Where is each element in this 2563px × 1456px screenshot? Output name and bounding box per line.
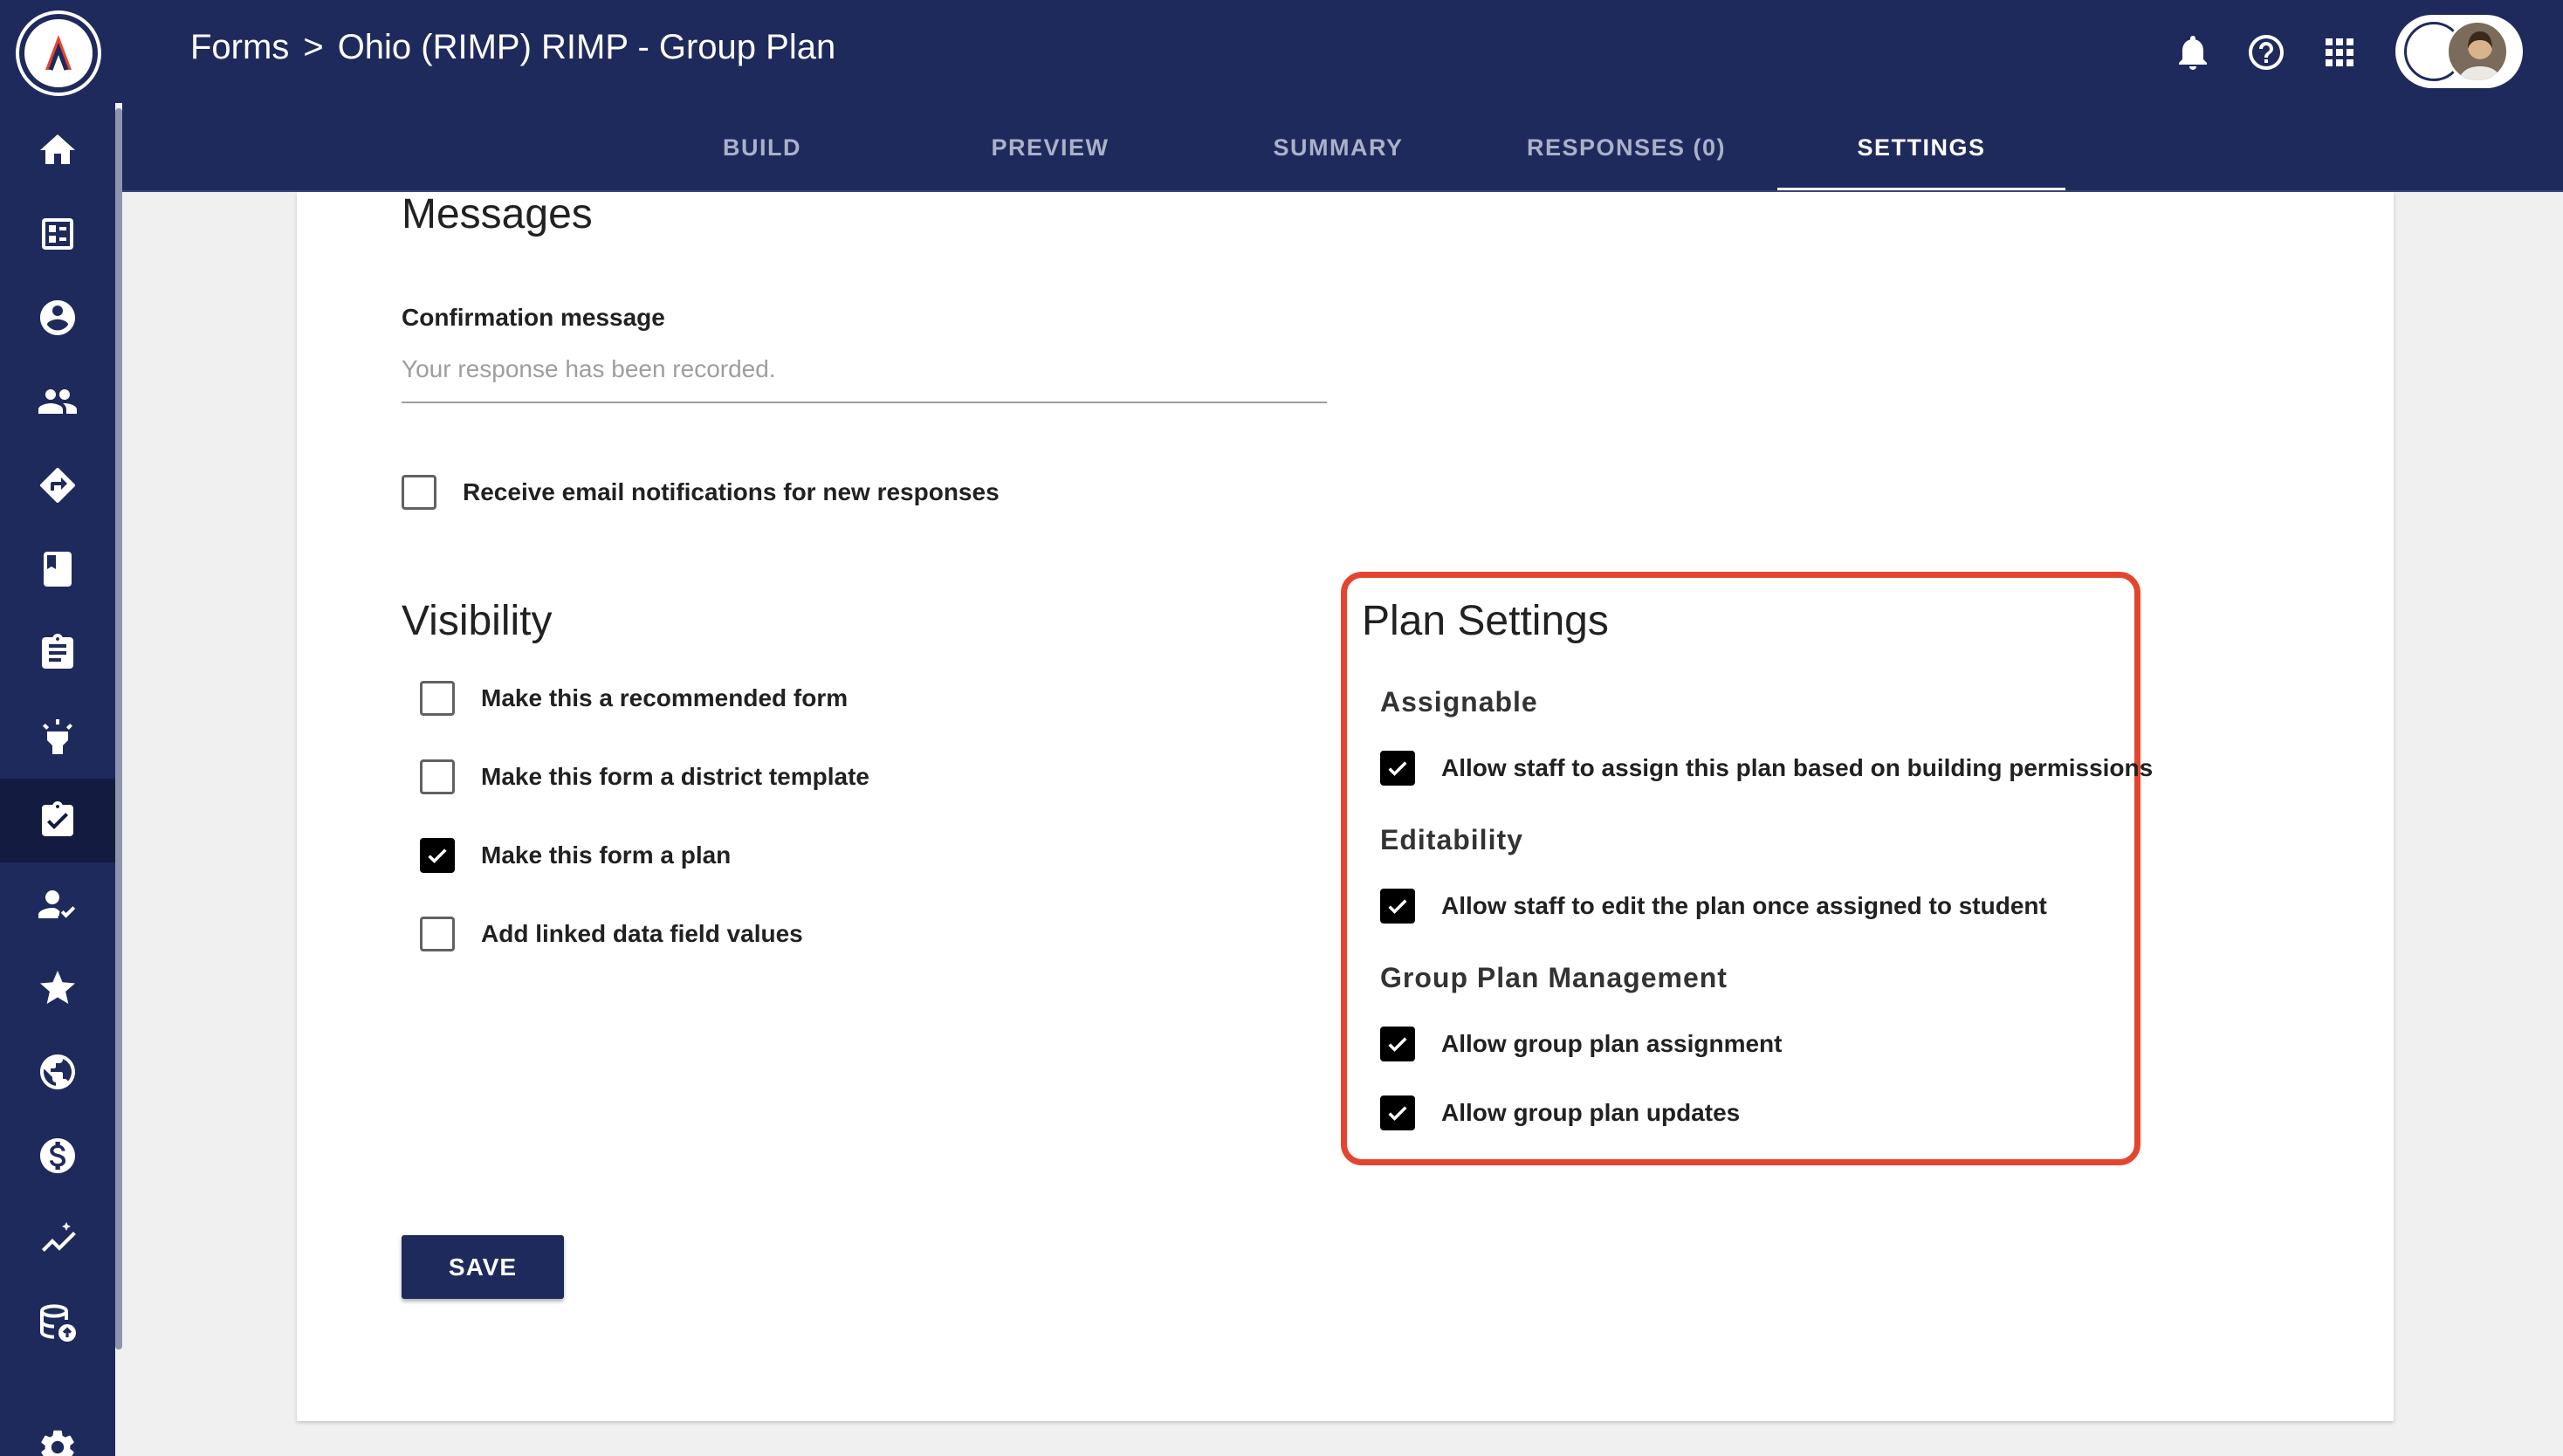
side-navigation: [0, 103, 115, 1456]
district-template-checkbox[interactable]: [420, 759, 455, 794]
group-plan-updates-checkbox[interactable]: [1380, 1095, 1415, 1130]
recommended-form-option[interactable]: Make this a recommended form: [420, 681, 848, 716]
confirmation-message-field: [402, 347, 1327, 403]
account-circle-icon: [40, 300, 75, 335]
form-is-plan-checkbox[interactable]: [420, 838, 455, 873]
apps-grid-icon[interactable]: [2319, 31, 2360, 73]
group-plan-updates-label: Allow group plan updates: [1441, 1099, 1741, 1126]
editability-heading: Editability: [1380, 824, 1523, 855]
checkmark-icon: [1388, 1106, 1407, 1121]
database-upload-icon: [40, 1304, 76, 1342]
sidebar-item-analytics[interactable]: [0, 1198, 115, 1281]
tab-summary[interactable]: SUMMARY: [1194, 103, 1482, 192]
recommended-form-label: Make this a recommended form: [481, 684, 849, 711]
edit-after-assign-label: Allow staff to edit the plan once assign…: [1441, 892, 2047, 919]
assignment-check-icon: [42, 801, 73, 836]
app-logo[interactable]: [19, 14, 98, 93]
tab-responses[interactable]: RESPONSES (0): [1482, 103, 1770, 192]
form-is-plan-option[interactable]: Make this form a plan: [420, 838, 731, 873]
people-icon: [38, 389, 77, 414]
sidebar-item-dashboard[interactable]: [0, 192, 115, 276]
checkmark-icon: [1388, 899, 1407, 914]
clipboard-icon: [42, 634, 73, 669]
trending-icon: [42, 1222, 76, 1252]
checkmark-icon: [1388, 761, 1407, 776]
recommended-form-checkbox[interactable]: [420, 681, 455, 716]
directions-icon: [40, 467, 76, 503]
sidebar-item-data[interactable]: [0, 1281, 115, 1365]
form-tabs: BUILD PREVIEW SUMMARY RESPONSES (0) SETT…: [122, 103, 2563, 192]
sidebar-item-directions[interactable]: [0, 443, 115, 527]
logo-mark-icon: [45, 35, 72, 71]
sidebar-item-forms[interactable]: [0, 779, 115, 862]
account-avatar[interactable]: [2395, 15, 2523, 88]
tab-build[interactable]: BUILD: [618, 103, 906, 192]
email-notifications-option[interactable]: Receive email notifications for new resp…: [402, 475, 1000, 510]
home-icon: [40, 134, 75, 164]
dashboard-icon: [42, 218, 73, 250]
sidebar-item-library[interactable]: [0, 527, 115, 611]
group-plan-updates-option[interactable]: Allow group plan updates: [1380, 1095, 1740, 1130]
plan-settings-heading: Plan Settings: [1362, 598, 1609, 644]
form-is-plan-label: Make this form a plan: [481, 841, 732, 869]
group-plan-assignment-checkbox[interactable]: [1380, 1027, 1415, 1061]
checkmark-icon: [428, 848, 447, 863]
linked-data-checkbox[interactable]: [420, 917, 455, 951]
sidebar-item-insights[interactable]: [0, 695, 115, 779]
linked-data-label: Add linked data field values: [481, 920, 803, 947]
confirmation-message-label: Confirmation message: [402, 304, 665, 331]
linked-data-option[interactable]: Add linked data field values: [420, 917, 803, 951]
save-button[interactable]: SAVE: [402, 1235, 564, 1299]
plan-settings-highlight: [1341, 572, 2140, 1165]
sidebar-item-funding[interactable]: [0, 1114, 115, 1198]
app-bar: Forms > Ohio (RIMP) RIMP - Group Plan: [0, 0, 2563, 103]
email-notifications-checkbox[interactable]: [402, 475, 436, 510]
user-avatar: [2446, 20, 2509, 83]
page-title: Ohio (RIMP) RIMP - Group Plan: [337, 28, 836, 66]
gear-icon: [41, 1430, 74, 1456]
sidebar-item-staff[interactable]: [0, 862, 115, 946]
sidebar-item-assignments[interactable]: [0, 611, 115, 695]
assignable-heading: Assignable: [1380, 686, 1538, 718]
sidebar-item-profile[interactable]: [0, 276, 115, 360]
checkmark-icon: [1388, 1037, 1407, 1052]
breadcrumb-forms-link[interactable]: Forms: [190, 28, 289, 67]
sidebar-item-favorites[interactable]: [0, 946, 115, 1030]
help-icon[interactable]: [2245, 31, 2287, 73]
person-check-icon: [38, 890, 76, 918]
star-icon: [40, 971, 75, 1004]
edit-after-assign-option[interactable]: Allow staff to edit the plan once assign…: [1380, 889, 2047, 924]
assign-by-building-label: Allow staff to assign this plan based on…: [1441, 754, 2154, 781]
sidebar-item-home[interactable]: [0, 108, 115, 192]
sidebar-item-community[interactable]: [0, 1030, 115, 1114]
district-template-label: Make this form a district template: [481, 763, 870, 790]
messages-heading: Messages: [402, 191, 593, 237]
dollar-icon: [40, 1138, 75, 1173]
group-plan-assignment-label: Allow group plan assignment: [1441, 1030, 1783, 1057]
edit-after-assign-checkbox[interactable]: [1380, 889, 1415, 924]
lightbulb-icon: [43, 719, 72, 754]
district-template-option[interactable]: Make this form a district template: [420, 759, 869, 794]
confirmation-message-input[interactable]: [402, 347, 1327, 391]
visibility-heading: Visibility: [402, 598, 553, 644]
group-plan-management-heading: Group Plan Management: [1380, 962, 1728, 993]
email-notifications-label: Receive email notifications for new resp…: [463, 478, 1000, 505]
tab-settings[interactable]: SETTINGS: [1777, 103, 2065, 192]
book-icon: [44, 552, 72, 587]
sidebar-item-settings[interactable]: [0, 1405, 115, 1456]
bell-icon[interactable]: [2172, 31, 2214, 73]
breadcrumb: Forms > Ohio (RIMP) RIMP - Group Plan: [190, 28, 835, 67]
assign-by-building-option[interactable]: Allow staff to assign this plan based on…: [1380, 751, 2153, 786]
group-plan-assignment-option[interactable]: Allow group plan assignment: [1380, 1027, 1782, 1061]
sidebar-scrollbar[interactable]: [115, 108, 122, 1350]
tab-preview[interactable]: PREVIEW: [906, 103, 1194, 192]
sidebar-item-people[interactable]: [0, 360, 115, 443]
assign-by-building-checkbox[interactable]: [1380, 751, 1415, 786]
breadcrumb-separator: >: [303, 28, 324, 66]
globe-icon: [40, 1054, 75, 1089]
